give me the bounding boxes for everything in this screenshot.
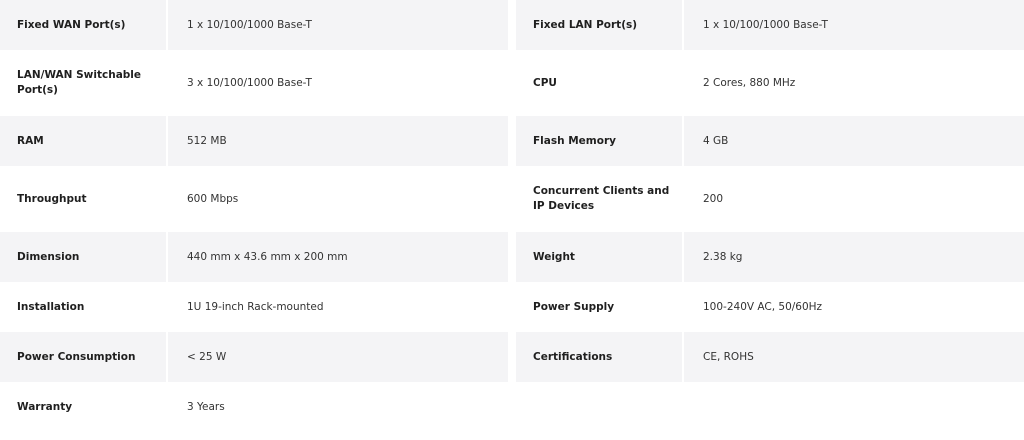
spec-row: Power Supply 100-240V AC, 50/60Hz: [516, 282, 1024, 332]
spec-label: Flash Memory: [533, 134, 616, 147]
spec-row: Power Consumption < 25 W: [0, 332, 508, 382]
spec-label: Concurrent Clients and IP Devices: [533, 185, 670, 212]
spec-label: Certifications: [533, 350, 613, 363]
spec-row: Installation 1U 19-inch Rack-mounted: [0, 282, 508, 332]
spec-label: LAN/WAN Switchable Port(s): [17, 69, 142, 96]
spec-label: Weight: [533, 250, 575, 263]
spec-row: LAN/WAN Switchable Port(s) 3 x 10/100/10…: [0, 50, 508, 116]
spec-row: Fixed WAN Port(s) 1 x 10/100/1000 Base-T: [0, 0, 508, 50]
spec-value: 512 MB: [166, 116, 508, 166]
spec-row: Dimension 440 mm x 43.6 mm x 200 mm: [0, 232, 508, 282]
spec-row: Concurrent Clients and IP Devices 200: [516, 166, 1024, 232]
spec-value: 1 x 10/100/1000 Base-T: [682, 0, 1024, 50]
spec-label: Fixed WAN Port(s): [17, 18, 126, 31]
spec-label: Installation: [17, 300, 85, 313]
spec-row: Warranty 3 Years: [0, 382, 508, 432]
spec-row: Throughput 600 Mbps: [0, 166, 508, 232]
spec-label: Warranty: [17, 400, 73, 413]
spec-label: Throughput: [17, 192, 87, 205]
spec-value: 3 x 10/100/1000 Base-T: [166, 50, 508, 116]
spec-value: 1 x 10/100/1000 Base-T: [166, 0, 508, 50]
spec-value: 200: [682, 166, 1024, 232]
spec-label: Dimension: [17, 250, 80, 263]
spec-value: 440 mm x 43.6 mm x 200 mm: [166, 232, 508, 282]
spec-value: CE, ROHS: [682, 332, 1024, 382]
spec-value: 100-240V AC, 50/60Hz: [682, 282, 1024, 332]
spec-label: Fixed LAN Port(s): [533, 18, 638, 31]
spec-label: Power Supply: [533, 300, 615, 313]
spec-table-left: Fixed WAN Port(s) 1 x 10/100/1000 Base-T…: [0, 0, 508, 432]
spec-value: 2.38 kg: [682, 232, 1024, 282]
spec-row: Flash Memory 4 GB: [516, 116, 1024, 166]
spec-row: Weight 2.38 kg: [516, 232, 1024, 282]
spec-value: 4 GB: [682, 116, 1024, 166]
spec-value: < 25 W: [166, 332, 508, 382]
spec-label: CPU: [533, 76, 557, 89]
spec-label: RAM: [17, 134, 44, 147]
spec-label: Power Consumption: [17, 350, 136, 363]
spec-sheet: Fixed WAN Port(s) 1 x 10/100/1000 Base-T…: [0, 0, 1024, 440]
spec-row: CPU 2 Cores, 880 MHz: [516, 50, 1024, 116]
spec-value: 1U 19-inch Rack-mounted: [166, 282, 508, 332]
spec-table-right: Fixed LAN Port(s) 1 x 10/100/1000 Base-T…: [516, 0, 1024, 382]
spec-value: 600 Mbps: [166, 166, 508, 232]
spec-value: 3 Years: [166, 382, 508, 432]
spec-value: 2 Cores, 880 MHz: [682, 50, 1024, 116]
spec-row: Certifications CE, ROHS: [516, 332, 1024, 382]
spec-row: RAM 512 MB: [0, 116, 508, 166]
spec-row: Fixed LAN Port(s) 1 x 10/100/1000 Base-T: [516, 0, 1024, 50]
